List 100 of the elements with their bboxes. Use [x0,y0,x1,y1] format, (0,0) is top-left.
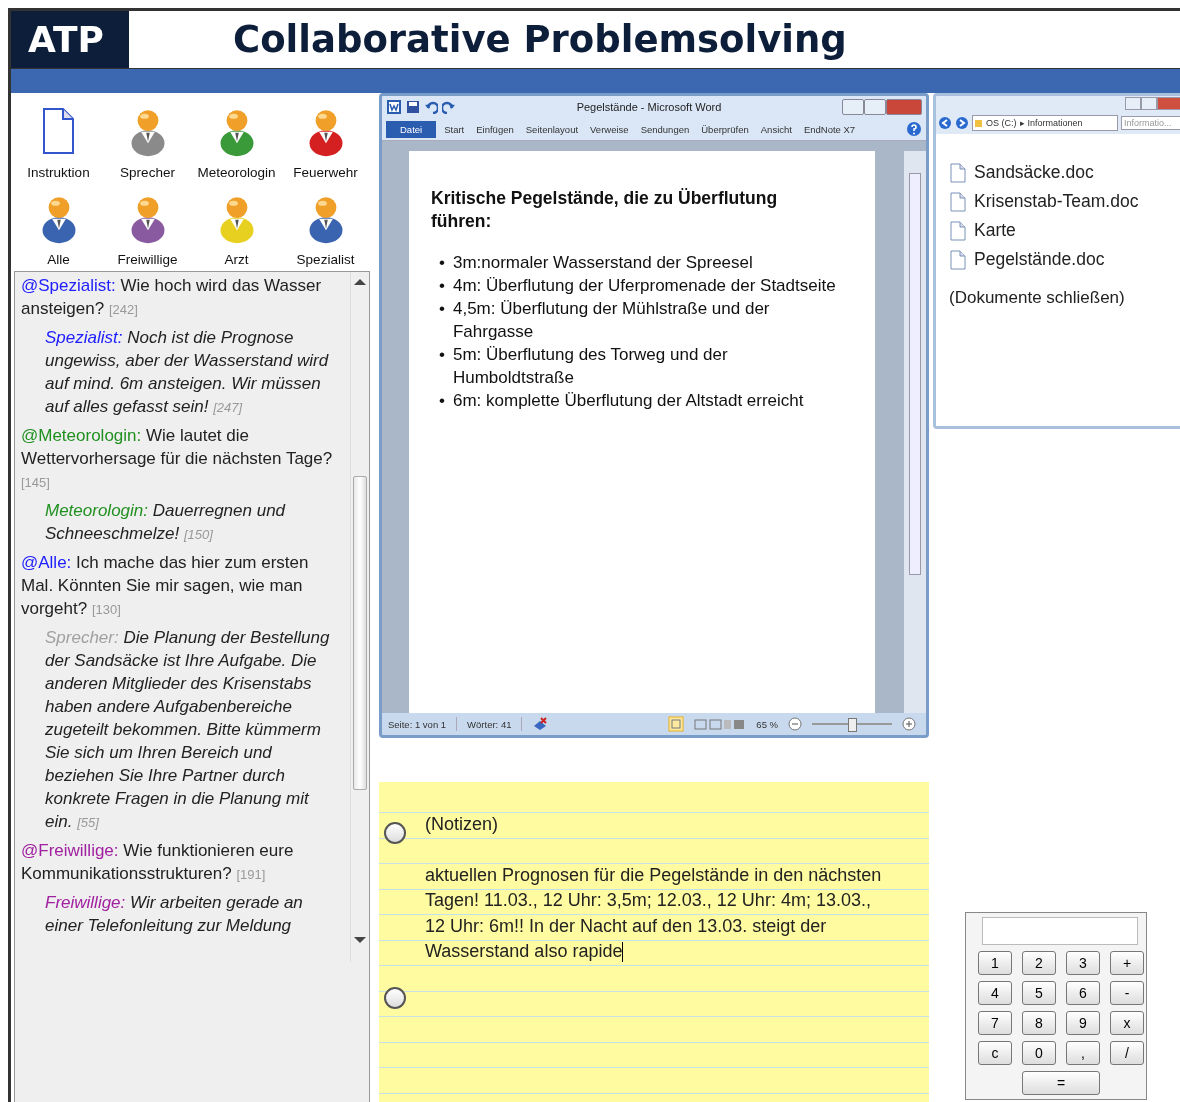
list-item: 4,5m: Überflutung der Mühlstraße und der Fahrgasse [452,298,771,343]
file-icon [950,162,966,183]
zoom-out-icon[interactable] [788,717,802,731]
file-item[interactable]: Karte [950,220,1175,241]
calculator-key[interactable]: 3 [1066,951,1100,975]
list-item: 6m: komplette Überflutung der Altstadt erreicht [452,390,805,412]
role-button[interactable]: Alle [14,186,103,267]
calculator-key[interactable]: 1 [978,951,1012,975]
calculator-key[interactable]: = [1022,1071,1100,1095]
address-bar[interactable]: OS (C:) ▸ Informationen [972,115,1118,131]
ribbon-tab[interactable]: Sendungen [636,120,694,138]
ribbon-tab[interactable]: Datei [386,120,437,138]
file-name[interactable]: Karte [974,220,1016,241]
chat-question: @Meteorologin: Wie lautet die Wettervorhersage für die nächsten Tage? [145] [21,425,334,492]
ribbon-tab[interactable]: Einfügen [472,120,518,138]
document-icon [40,107,77,157]
role-button[interactable]: Meteorologin [192,99,281,180]
notes-text[interactable]: aktuellen Prognosen für die Pegelstände in den nächsten Tagen! 11.03., 12 Uhr: 3,5m; 12.03., 12 Uhr: 4m; 13.03., 12 Uhr: 6m!! In der Nacht auf den 13.03. steigt der Wasserstand also rapide [425,862,889,965]
radio-button[interactable] [384,987,406,1009]
file-name[interactable]: Krisenstab-Team.doc [974,191,1139,212]
role-button[interactable]: Feuerwehr [281,99,370,180]
chat-question: @Freiwillige: Wie funktionieren eure Kommunikationsstrukturen? [191] [21,840,295,885]
app-title: Collaborative Problemsolving [232,17,847,63]
calculator-key[interactable]: c [978,1041,1012,1065]
zoom-in-icon[interactable] [902,717,916,731]
list-item: 3m:normaler Wasserstand der Spreesel [452,252,754,274]
notes-title: (Notizen) [425,813,500,836]
calculator-key[interactable]: 2 [1022,951,1056,975]
file-name[interactable]: Pegelstände.doc [974,249,1105,270]
folder-icon [975,118,983,128]
bullet-mark: • [439,252,445,274]
file-icon [950,249,966,270]
calculator-key[interactable]: 9 [1066,1011,1100,1035]
file-icon [950,191,966,212]
bullet-mark: • [439,275,445,297]
role-button[interactable]: Spezialist [281,186,370,267]
ribbon-tab[interactable]: Seitenlayout [521,120,583,138]
word-count: Wörter: 41 [467,718,512,730]
search-field[interactable]: Informatio... [1121,116,1180,130]
path-segment[interactable]: OS (C:) [986,118,1017,128]
bullet-mark: • [439,344,445,366]
zoom-level: 65 % [756,718,778,730]
file-item[interactable]: Pegelstände.doc [950,249,1175,270]
maximize-button[interactable] [864,99,886,115]
page-count: Seite: 1 von 1 [388,718,447,730]
ribbon-tab[interactable]: Start [440,120,469,138]
chat-reply: Meteorologin: Dauerregnen und Schneeschmelze! [150] [44,500,287,545]
file-item[interactable]: Sandsäcke.doc [950,162,1175,183]
document-heading: Kritische Pegelstände, die zu Überflutung führen: [431,187,779,233]
chat-reply: Sprecher: Die Planung der Bestellung der Sandsäcke ist Ihre Aufgabe. Die anderen Mitglieder des Krisenstabs haben andere Aufgabenbereiche zugeteilt bekommen. Bitte kümmerm Sie sich um Ihren Bereich und beziehen Sie Ihre Partner durch konkrete Fragen in die Planung mit ein. [55] [44,627,331,833]
forward-icon[interactable] [955,116,969,130]
chat-reply: Spezialist: Noch ist die Prognose ungewiss, aber der Wasserstand wird auf mind. 6m ansteigen. Wir müssen auf alles gefasst sein! [247] [44,327,330,418]
undo-icon[interactable] [424,100,438,114]
role-button[interactable]: Arzt [192,186,281,267]
print-layout-icon[interactable] [668,716,685,732]
file-name[interactable]: Sandsäcke.doc [974,162,1094,183]
calculator-key[interactable]: 5 [1022,981,1056,1005]
view-icons-drawing[interactable] [694,717,747,731]
calculator-key[interactable]: 7 [978,1011,1012,1035]
ribbon-tab[interactable]: EndNote X7 [799,120,860,138]
ribbon-tab[interactable]: Ansicht [756,120,796,138]
app-logo: ATP [11,11,129,68]
chat-question: @Spezialist: Wie hoch wird das Wasser ansteigen? [242] [21,275,323,320]
calculator-key[interactable]: + [1110,951,1144,975]
minimize-button[interactable] [842,99,864,115]
file-item[interactable]: Krisenstab-Team.doc [950,191,1175,212]
list-item: 4m: Überflutung der Uferpromenade der Stadtseite [452,275,837,297]
role-button[interactable]: Instruktion [14,99,103,180]
save-icon[interactable] [406,100,420,114]
back-icon[interactable] [938,116,952,130]
bullet-mark: • [439,390,445,412]
bullet-mark: • [439,298,445,320]
scrollbar[interactable] [904,151,926,713]
help-icon[interactable] [906,121,922,137]
role-button[interactable]: Freiwillige [103,186,192,267]
close-documents-link[interactable]: (Dokumente schließen) [949,288,1175,308]
minimize-button[interactable] [1125,97,1141,110]
path-segment[interactable]: Informationen [1027,118,1083,128]
ribbon-tab[interactable]: Verweise [586,120,633,138]
calculator-key[interactable]: , [1066,1041,1100,1065]
redo-icon[interactable] [442,100,456,114]
maximize-button[interactable] [1141,97,1157,110]
calculator-display[interactable] [982,917,1138,945]
scrollbar[interactable] [350,272,369,962]
word-logo-icon [386,99,402,115]
calculator-key[interactable]: x [1110,1011,1144,1035]
proofing-icon[interactable] [532,716,549,732]
ribbon-tab[interactable]: Überprüfen [697,120,753,138]
zoom-slider[interactable] [848,718,857,732]
chat-question: @Alle: Ich mache das hier zum ersten Mal. Könnten Sie mir sagen, wie man vorgeht? [130] [21,552,310,620]
file-icon [950,220,966,241]
calculator-key[interactable]: 6 [1066,981,1100,1005]
path-separator: ▸ [1019,118,1025,128]
role-button[interactable]: Sprecher [103,99,192,180]
calculator-key[interactable]: 8 [1022,1011,1056,1035]
calculator-key[interactable]: / [1110,1041,1144,1065]
radio-button[interactable] [384,822,406,844]
calculator-key[interactable]: 0 [1022,1041,1056,1065]
calculator-key[interactable]: 4 [978,981,1012,1005]
calculator-key[interactable]: - [1110,981,1144,1005]
